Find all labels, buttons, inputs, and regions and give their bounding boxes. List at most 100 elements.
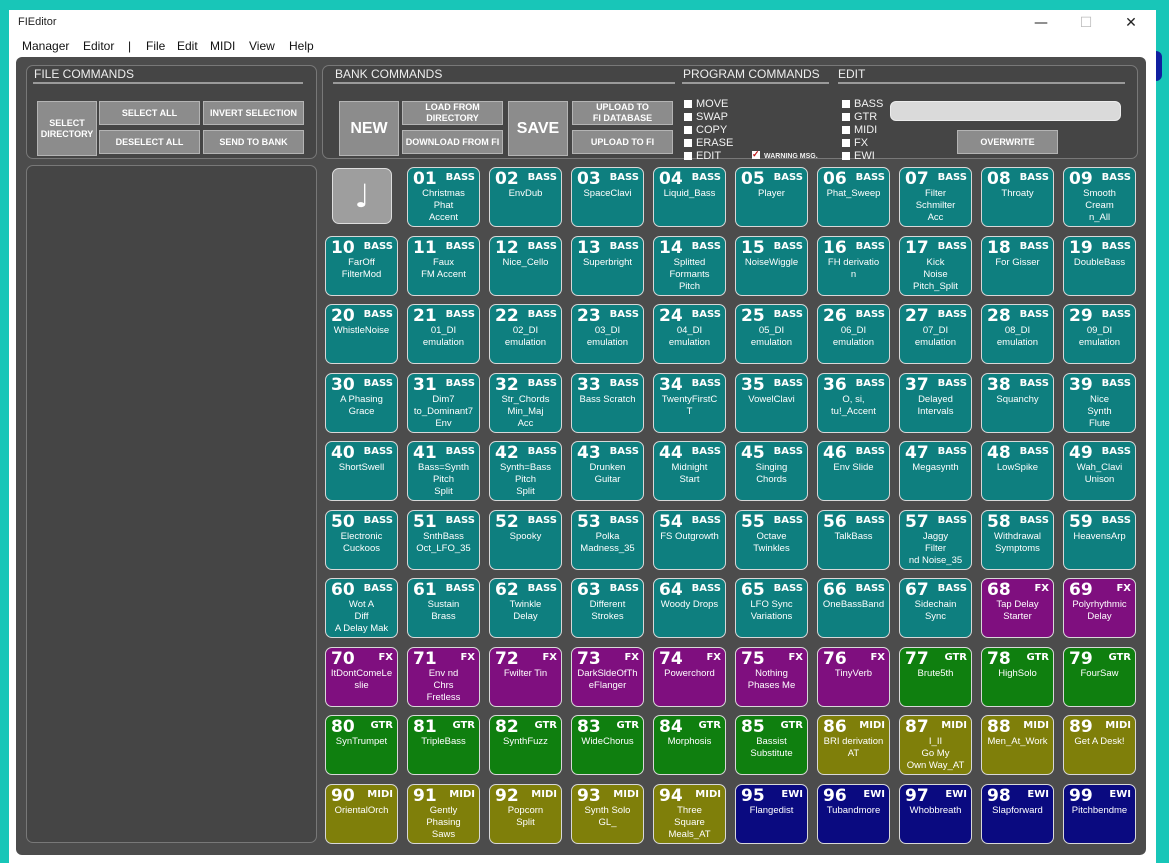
program-tile-19[interactable]: 19 BASS DoubleBass bbox=[1063, 235, 1136, 296]
program-tile-60[interactable]: 60 BASS Wot A Diff A Delay Mak bbox=[325, 578, 398, 638]
deselect-all-button[interactable]: DESELECT ALL bbox=[99, 130, 200, 154]
program-tile-16[interactable]: 16 BASS FH derivatio n bbox=[817, 235, 890, 296]
program-tile-97[interactable]: 97 EWI Whobbreath bbox=[899, 783, 972, 844]
program-tile-47[interactable]: 47 BASS Megasynth bbox=[899, 441, 972, 501]
menu-edit[interactable]: Edit bbox=[177, 39, 198, 53]
program-tile-14[interactable]: 14 BASS Splitted Formants Pitch bbox=[653, 235, 726, 296]
program-tile-11[interactable]: 11 BASS Faux FM Accent bbox=[407, 235, 480, 296]
menu-midi[interactable]: MIDI bbox=[210, 39, 235, 53]
program-tile-53[interactable]: 53 BASS Polka Madness_35 bbox=[571, 509, 644, 570]
program-tile-30[interactable]: 30 BASS A Phasing Grace bbox=[325, 372, 398, 433]
program-tile-10[interactable]: 10 BASS FarOff FilterMod bbox=[325, 235, 398, 296]
program-tile-45[interactable]: 45 BASS Singing Chords bbox=[735, 441, 808, 501]
program-tile-03[interactable]: 03 BASS SpaceClavi bbox=[571, 167, 644, 227]
program-tile-51[interactable]: 51 BASS SnthBass Oct_LFO_35 bbox=[407, 509, 480, 570]
program-tile-79[interactable]: 79 GTR FourSaw bbox=[1063, 646, 1136, 707]
program-tile-21[interactable]: 21 BASS 01_DI emulation bbox=[407, 304, 480, 364]
program-tile-33[interactable]: 33 BASS Bass Scratch bbox=[571, 372, 644, 433]
move-checkbox[interactable] bbox=[684, 100, 692, 108]
program-tile-58[interactable]: 58 BASS Withdrawal Symptoms bbox=[981, 509, 1054, 570]
select-all-button[interactable]: SELECT ALL bbox=[99, 101, 200, 125]
edit-bass-option[interactable]: BASS bbox=[842, 98, 883, 111]
program-tile-65[interactable]: 65 BASS LFO Sync Variations bbox=[735, 578, 808, 638]
copy-checkbox[interactable] bbox=[684, 126, 692, 134]
maximize-button[interactable]: ☐ bbox=[1063, 10, 1109, 37]
program-tile-05[interactable]: 05 BASS Player bbox=[735, 167, 808, 227]
program-tile-83[interactable]: 83 GTR WideChorus bbox=[571, 715, 644, 775]
program-tile-76[interactable]: 76 FX TinyVerb bbox=[817, 646, 890, 707]
edit-checkbox[interactable] bbox=[684, 152, 692, 160]
menu-editor[interactable]: Editor bbox=[83, 39, 114, 53]
close-button[interactable]: ✕ bbox=[1108, 10, 1154, 37]
program-tile-89[interactable]: 89 MIDI Get A Desk! bbox=[1063, 715, 1136, 775]
bass-checkbox[interactable] bbox=[842, 100, 850, 108]
menu-help[interactable]: Help bbox=[289, 39, 314, 53]
invert-selection-button[interactable]: INVERT SELECTION bbox=[203, 101, 304, 125]
warning-msg-option[interactable]: WARNING MSG. bbox=[752, 148, 818, 163]
gtr-checkbox[interactable] bbox=[842, 113, 850, 121]
program-tile-55[interactable]: 55 BASS Octave Twinkles bbox=[735, 509, 808, 570]
minimize-button[interactable]: — bbox=[1018, 10, 1064, 37]
program-tile-31[interactable]: 31 BASS Dim7 to_Dominant7 Env bbox=[407, 372, 480, 433]
swap-checkbox[interactable] bbox=[684, 113, 692, 121]
program-tile-02[interactable]: 02 BASS EnvDub bbox=[489, 167, 562, 227]
program-tile-67[interactable]: 67 BASS Sidechain Sync bbox=[899, 578, 972, 638]
move-option[interactable]: MOVE bbox=[684, 98, 728, 111]
program-tile-48[interactable]: 48 BASS LowSpike bbox=[981, 441, 1054, 501]
program-tile-63[interactable]: 63 BASS Different Strokes bbox=[571, 578, 644, 638]
edit-option[interactable]: EDIT bbox=[684, 150, 721, 163]
program-tile-77[interactable]: 77 GTR Brute5th bbox=[899, 646, 972, 707]
edit-ewi-option[interactable]: EWI bbox=[842, 150, 875, 163]
program-tile-07[interactable]: 07 BASS Filter Schmilter Acc bbox=[899, 167, 972, 227]
program-tile-01[interactable]: 01 BASS Christmas Phat Accent bbox=[407, 167, 480, 227]
program-tile-37[interactable]: 37 BASS Delayed Intervals bbox=[899, 372, 972, 433]
new-bank-button[interactable]: NEW bbox=[339, 101, 399, 156]
program-tile-50[interactable]: 50 BASS Electronic Cuckoos bbox=[325, 509, 398, 570]
program-tile-87[interactable]: 87 MIDI I_II Go My Own Way_AT bbox=[899, 715, 972, 775]
program-tile-35[interactable]: 35 BASS VowelClavi bbox=[735, 372, 808, 433]
upload-to-fi-button[interactable]: UPLOAD TO FI bbox=[572, 130, 673, 154]
program-name-field[interactable] bbox=[890, 101, 1121, 121]
note-icon-button[interactable]: ♩ bbox=[332, 168, 392, 224]
program-tile-54[interactable]: 54 BASS FS Outgrowth bbox=[653, 509, 726, 570]
load-from-directory-button[interactable]: LOAD FROM DIRECTORY bbox=[402, 101, 503, 125]
program-tile-75[interactable]: 75 FX Nothing Phases Me bbox=[735, 646, 808, 707]
send-to-bank-button[interactable]: SEND TO BANK bbox=[203, 130, 304, 154]
program-tile-98[interactable]: 98 EWI Slapforward bbox=[981, 783, 1054, 844]
program-tile-71[interactable]: 71 FX Env nd Chrs Fretless bbox=[407, 646, 480, 707]
swap-option[interactable]: SWAP bbox=[684, 111, 728, 124]
warning-msg-checkbox[interactable] bbox=[752, 148, 760, 161]
program-tile-08[interactable]: 08 BASS Throaty bbox=[981, 167, 1054, 227]
program-tile-52[interactable]: 52 BASS Spooky bbox=[489, 509, 562, 570]
program-tile-96[interactable]: 96 EWI Tubandmore bbox=[817, 783, 890, 844]
program-tile-34[interactable]: 34 BASS TwentyFirstC T bbox=[653, 372, 726, 433]
download-from-fi-button[interactable]: DOWNLOAD FROM FI bbox=[402, 130, 503, 154]
erase-option[interactable]: ERASE bbox=[684, 137, 733, 150]
program-tile-70[interactable]: 70 FX ItDontComeLe slie bbox=[325, 646, 398, 707]
program-tile-04[interactable]: 04 BASS Liquid_Bass bbox=[653, 167, 726, 227]
program-tile-59[interactable]: 59 BASS HeavensArp bbox=[1063, 509, 1136, 570]
copy-option[interactable]: COPY bbox=[684, 124, 727, 137]
program-tile-28[interactable]: 28 BASS 08_DI emulation bbox=[981, 304, 1054, 364]
program-tile-95[interactable]: 95 EWI Flangedist bbox=[735, 783, 808, 844]
program-tile-25[interactable]: 25 BASS 05_DI emulation bbox=[735, 304, 808, 364]
program-tile-93[interactable]: 93 MIDI Synth Solo GL_ bbox=[571, 783, 644, 844]
upload-to-fi-database-button[interactable]: UPLOAD TO FI DATABASE bbox=[572, 101, 673, 125]
program-tile-23[interactable]: 23 BASS 03_DI emulation bbox=[571, 304, 644, 364]
program-tile-40[interactable]: 40 BASS ShortSwell bbox=[325, 441, 398, 501]
program-tile-36[interactable]: 36 BASS O, si, tu!_Accent bbox=[817, 372, 890, 433]
program-tile-85[interactable]: 85 GTR Bassist Substitute bbox=[735, 715, 808, 775]
ewi-checkbox[interactable] bbox=[842, 152, 850, 160]
program-tile-88[interactable]: 88 MIDI Men_At_Work bbox=[981, 715, 1054, 775]
save-bank-button[interactable]: SAVE bbox=[508, 101, 568, 156]
program-tile-43[interactable]: 43 BASS Drunken Guitar bbox=[571, 441, 644, 501]
program-tile-09[interactable]: 09 BASS Smooth Cream n_All bbox=[1063, 167, 1136, 227]
edit-midi-option[interactable]: MIDI bbox=[842, 124, 877, 137]
midi-checkbox[interactable] bbox=[842, 126, 850, 134]
program-tile-80[interactable]: 80 GTR SynTrumpet bbox=[325, 715, 398, 775]
program-tile-12[interactable]: 12 BASS Nice_Cello bbox=[489, 235, 562, 296]
program-tile-61[interactable]: 61 BASS Sustain Brass bbox=[407, 578, 480, 638]
program-tile-73[interactable]: 73 FX DarkSldeOfTh eFlanger bbox=[571, 646, 644, 707]
program-tile-99[interactable]: 99 EWI Pitchbendme bbox=[1063, 783, 1136, 844]
program-tile-24[interactable]: 24 BASS 04_DI emulation bbox=[653, 304, 726, 364]
